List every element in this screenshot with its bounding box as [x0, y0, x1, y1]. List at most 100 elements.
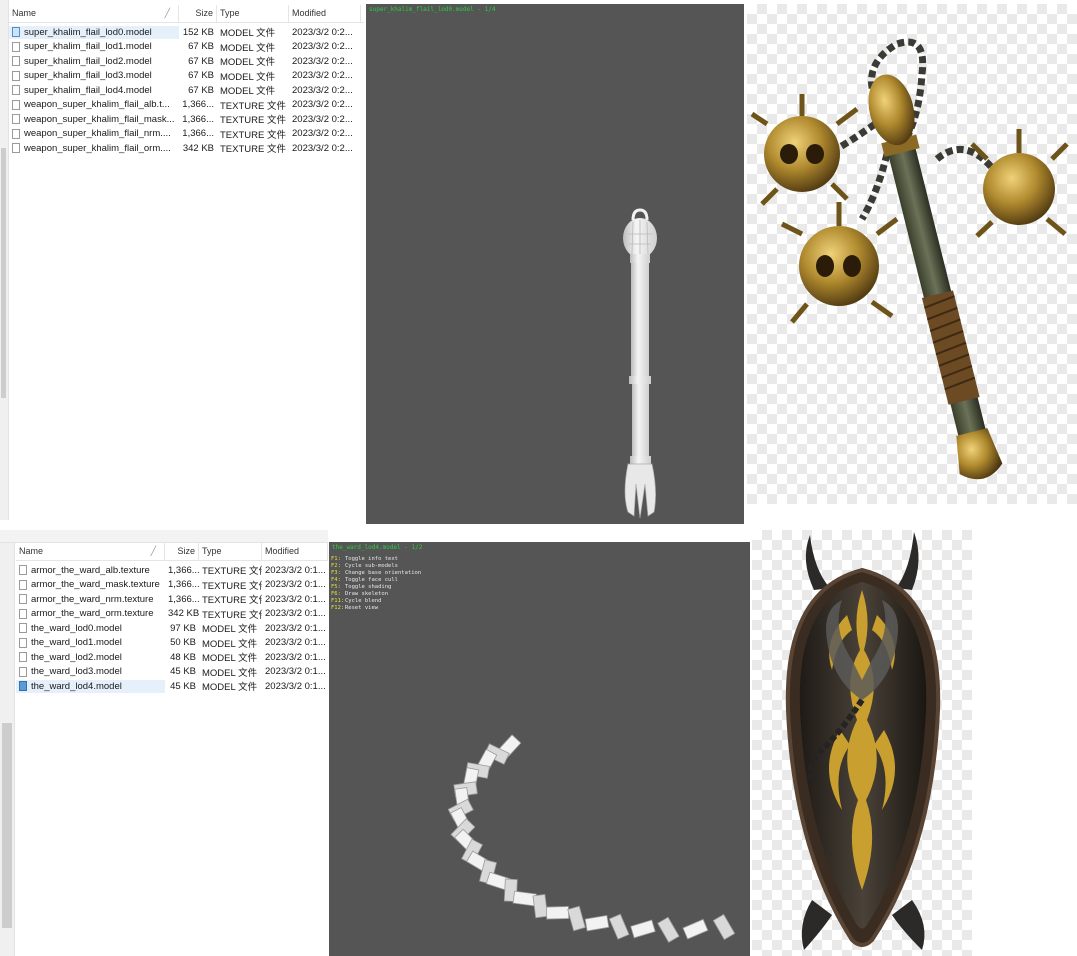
- file-row[interactable]: armor_the_ward_nrm.texture 1,366... TEXTUR…: [16, 592, 328, 607]
- skull-mace-1: [750, 94, 859, 206]
- file-row[interactable]: weapon_super_khalim_flail_nrm.... 1,366..…: [9, 127, 364, 142]
- sort-indicator-icon: ╱: [164, 8, 170, 18]
- file-modified: 2023/3/2 0:2...: [292, 70, 353, 82]
- model-file-icon: [19, 623, 27, 634]
- texture-file-icon: [12, 128, 20, 139]
- file-modified: 2023/3/2 0:1...: [265, 666, 326, 678]
- column-modified[interactable]: Modified: [262, 543, 328, 560]
- file-row[interactable]: super_khalim_flail_lod1.model 67 KB MODEL …: [9, 40, 364, 55]
- file-name-cell[interactable]: weapon_super_khalim_flail_alb.t...: [9, 98, 179, 111]
- file-row[interactable]: super_khalim_flail_lod0.model 152 KB MODEL…: [9, 25, 364, 40]
- file-row[interactable]: weapon_super_khalim_flail_alb.t... 1,366.…: [9, 98, 364, 113]
- file-row[interactable]: the_ward_lod3.model 45 KB MODEL 文件 2023/3/2…: [16, 665, 328, 680]
- bottom-explorer-scrollbar[interactable]: [0, 543, 15, 956]
- file-size: 1,366...: [182, 128, 214, 140]
- column-size[interactable]: Size: [165, 543, 199, 560]
- file-row[interactable]: the_ward_lod2.model 48 KB MODEL 文件 2023/3/2…: [16, 650, 328, 665]
- bottom-file-explorer: Name ╱ Size Type Modified armor_the_ward_…: [0, 530, 328, 956]
- file-size: 45 KB: [170, 666, 196, 678]
- bottom-explorer-scroll-thumb[interactable]: [2, 723, 12, 928]
- file-row[interactable]: the_ward_lod1.model 50 KB MODEL 文件 2023/3/2…: [16, 636, 328, 651]
- column-type[interactable]: Type: [199, 543, 262, 560]
- file-row[interactable]: weapon_super_khalim_flail_orm.... 342 KB T…: [9, 141, 364, 156]
- file-row[interactable]: weapon_super_khalim_flail_mask... 1,366..…: [9, 112, 364, 127]
- file-size: 67 KB: [188, 55, 214, 67]
- file-type: MODEL 文件: [202, 667, 258, 679]
- model-file-icon: [19, 681, 27, 692]
- file-type: TEXTURE 文件: [220, 115, 286, 127]
- file-modified: 2023/3/2 0:1...: [265, 637, 326, 649]
- chain-link: [567, 905, 586, 932]
- file-name-cell[interactable]: the_ward_lod2.model: [16, 651, 165, 664]
- file-name-cell[interactable]: armor_the_ward_nrm.texture: [16, 593, 165, 606]
- file-row[interactable]: super_khalim_flail_lod2.model 67 KB MODEL …: [9, 54, 364, 69]
- file-type: MODEL 文件: [220, 86, 276, 98]
- skull-mace-3: [970, 129, 1069, 238]
- file-name-cell[interactable]: armor_the_ward_alb.texture: [16, 564, 165, 577]
- bottom-model-viewer[interactable]: the_ward_lod4.model - 1/2 F1: Toggle info…: [329, 542, 750, 956]
- file-size: 342 KB: [168, 608, 199, 620]
- flail-texture-icon: [750, 38, 1069, 480]
- file-type: TEXTURE 文件: [220, 144, 286, 156]
- column-modified[interactable]: Modified: [289, 5, 361, 22]
- model-file-icon: [12, 85, 20, 96]
- chain-model-icon: [447, 734, 736, 943]
- chain-link: [584, 914, 610, 932]
- top-model-viewer[interactable]: super_khalim_flail_lod0.model - 1/4: [366, 4, 744, 524]
- texture-file-icon: [19, 579, 27, 590]
- file-row[interactable]: the_ward_lod4.model 45 KB MODEL 文件 2023/3/2…: [16, 679, 328, 694]
- file-type: MODEL 文件: [202, 624, 258, 636]
- file-name: the_ward_lod3.model: [31, 666, 122, 678]
- file-size: 1,366...: [182, 113, 214, 125]
- file-type: TEXTURE 文件: [220, 100, 286, 112]
- file-name-cell[interactable]: the_ward_lod4.model: [16, 679, 165, 693]
- file-name-cell[interactable]: super_khalim_flail_lod4.model: [9, 84, 179, 97]
- bottom-column-header: Name ╱ Size Type Modified: [16, 543, 328, 561]
- file-type: TEXTURE 文件: [202, 566, 262, 578]
- file-name: armor_the_ward_orm.texture: [31, 608, 154, 620]
- file-row[interactable]: super_khalim_flail_lod3.model 67 KB MODEL …: [9, 69, 364, 84]
- file-size: 152 KB: [182, 26, 214, 38]
- file-name-cell[interactable]: armor_the_ward_orm.texture: [16, 607, 165, 620]
- file-name-cell[interactable]: super_khalim_flail_lod1.model: [9, 40, 179, 53]
- top-texture-preview: [747, 4, 1077, 504]
- file-name-cell[interactable]: super_khalim_flail_lod3.model: [9, 69, 179, 82]
- file-name-cell[interactable]: the_ward_lod3.model: [16, 665, 165, 678]
- chain-link: [682, 918, 709, 940]
- file-row[interactable]: the_ward_lod0.model 97 KB MODEL 文件 2023/3/2…: [16, 621, 328, 636]
- file-size: 342 KB: [182, 142, 214, 154]
- file-name-cell[interactable]: weapon_super_khalim_flail_orm....: [9, 142, 179, 155]
- file-name-cell[interactable]: armor_the_ward_mask.texture: [16, 578, 165, 591]
- skull-mace-2: [780, 202, 899, 324]
- file-modified: 2023/3/2 0:1...: [265, 622, 326, 634]
- file-row[interactable]: armor_the_ward_alb.texture 1,366... TEXTUR…: [16, 563, 328, 578]
- file-modified: 2023/3/2 0:1...: [265, 651, 326, 663]
- file-modified: 2023/3/2 0:2...: [292, 84, 353, 96]
- file-size: 1,366...: [168, 579, 199, 591]
- file-row[interactable]: armor_the_ward_orm.texture 342 KB TEXTURE …: [16, 607, 328, 622]
- file-name: weapon_super_khalim_flail_nrm....: [24, 128, 171, 140]
- file-name-cell[interactable]: weapon_super_khalim_flail_nrm....: [9, 127, 179, 140]
- file-name-cell[interactable]: the_ward_lod1.model: [16, 636, 165, 649]
- column-name[interactable]: Name ╱: [9, 5, 179, 22]
- texture-file-icon: [19, 608, 27, 619]
- top-file-list: super_khalim_flail_lod0.model 152 KB MODEL…: [9, 23, 364, 156]
- chain-link: [712, 913, 736, 941]
- file-type: TEXTURE 文件: [202, 580, 262, 592]
- file-name: super_khalim_flail_lod4.model: [24, 84, 152, 96]
- column-type[interactable]: Type: [217, 5, 289, 22]
- file-modified: 2023/3/2 0:2...: [292, 99, 353, 111]
- file-row[interactable]: armor_the_ward_mask.texture 1,366... TEXTU…: [16, 578, 328, 593]
- flail-model-icon: [623, 208, 657, 519]
- file-modified: 2023/3/2 0:2...: [292, 142, 353, 154]
- file-name-cell[interactable]: super_khalim_flail_lod0.model: [9, 25, 179, 39]
- texture-file-icon: [12, 143, 20, 154]
- column-name[interactable]: Name ╱: [16, 543, 165, 560]
- top-explorer-scroll-thumb[interactable]: [1, 148, 6, 398]
- file-name-cell[interactable]: super_khalim_flail_lod2.model: [9, 55, 179, 68]
- file-name-cell[interactable]: the_ward_lod0.model: [16, 622, 165, 635]
- top-explorer-scrollbar[interactable]: [0, 0, 9, 520]
- file-name-cell[interactable]: weapon_super_khalim_flail_mask...: [9, 113, 179, 126]
- file-row[interactable]: super_khalim_flail_lod4.model 67 KB MODEL …: [9, 83, 364, 98]
- column-size[interactable]: Size: [179, 5, 217, 22]
